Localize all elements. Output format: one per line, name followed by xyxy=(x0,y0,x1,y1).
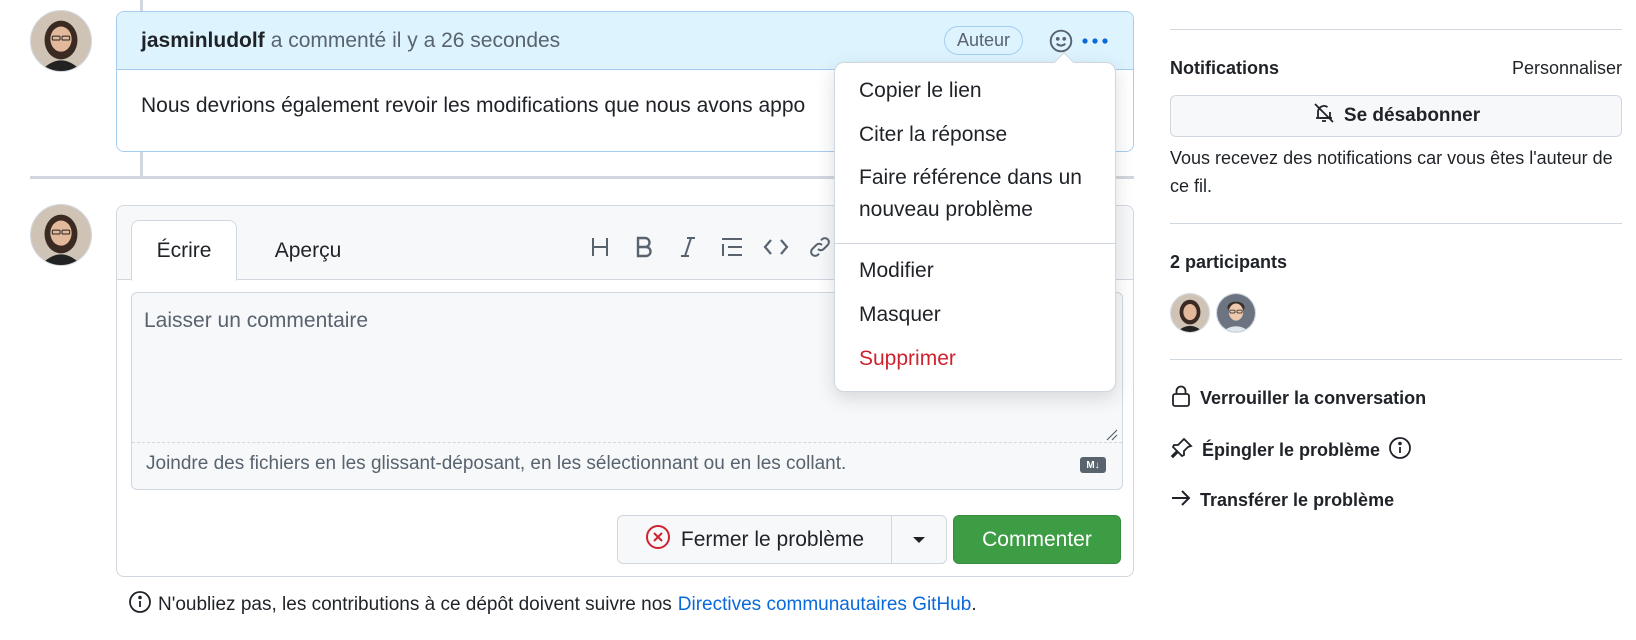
menu-item-edit[interactable]: Modifier xyxy=(859,255,934,287)
menu-separator xyxy=(835,243,1115,244)
menu-item-reference-line-1: Faire référence dans un xyxy=(859,166,1082,189)
sidebar-divider xyxy=(1170,29,1622,30)
link-icon[interactable] xyxy=(805,232,835,262)
pin-issue-label: Épingler le problème xyxy=(1202,440,1381,460)
comment-submit-button[interactable]: Commenter xyxy=(953,515,1121,564)
unsubscribe-label: Se désabonner xyxy=(1343,105,1481,126)
tab-preview[interactable]: Aperçu xyxy=(253,220,363,281)
notifications-heading: Notifications xyxy=(1170,58,1280,78)
participant-avatar[interactable] xyxy=(1170,293,1210,333)
close-options-dropdown[interactable] xyxy=(892,516,946,563)
notification-reason: Vous recevez des notifications car vous … xyxy=(1170,148,1613,196)
smiley-icon[interactable] xyxy=(1047,27,1075,55)
kebab-menu-icon[interactable] xyxy=(1081,27,1109,55)
author-badge: Auteur xyxy=(943,26,1023,55)
avatar-image xyxy=(1171,294,1209,332)
menu-item-reference-new-issue[interactable]: Faire référence dans un nouveau problème xyxy=(859,162,1082,226)
guidelines-link[interactable]: Directives communautaires GitHub xyxy=(678,594,972,616)
arrow-right-icon xyxy=(1170,488,1192,513)
guidelines-text: N'oubliez pas, les contributions à ce dé… xyxy=(158,594,672,615)
sidebar-divider xyxy=(1170,359,1622,360)
timeline-line xyxy=(140,150,143,178)
transfer-issue-label: Transférer le problème xyxy=(1200,490,1395,510)
comment-actions-menu: Copier le lien Citer la réponse Faire ré… xyxy=(834,52,1116,392)
chevron-down-icon xyxy=(912,531,926,549)
bell-slash-icon xyxy=(1312,101,1336,131)
close-issue-label: Fermer le problème xyxy=(680,527,865,551)
avatar-image xyxy=(31,205,91,265)
menu-item-reference-line-2: nouveau problème xyxy=(859,198,1033,221)
close-circle-icon xyxy=(645,524,671,556)
resize-handle-icon[interactable] xyxy=(1104,427,1118,441)
comment-author-link[interactable]: jasminludolf xyxy=(141,29,265,53)
info-icon xyxy=(128,590,152,620)
sidebar-divider xyxy=(1170,223,1622,224)
heading-icon[interactable] xyxy=(585,232,615,262)
attach-files-hint[interactable]: Joindre des fichiers en les glissant-dép… xyxy=(146,453,846,475)
pin-issue-button[interactable]: Épingler le problème xyxy=(1170,436,1412,465)
menu-item-delete[interactable]: Supprimer xyxy=(859,343,956,375)
current-user-avatar[interactable] xyxy=(30,204,92,266)
tab-write[interactable]: Écrire xyxy=(131,220,237,281)
code-icon[interactable] xyxy=(761,232,791,262)
lock-icon xyxy=(1170,384,1192,413)
customize-notifications-link[interactable]: Personnaliser xyxy=(1512,58,1622,79)
bold-icon[interactable] xyxy=(629,232,659,262)
pin-icon xyxy=(1170,436,1194,465)
markdown-icon[interactable]: M↓ xyxy=(1080,457,1106,473)
author-avatar[interactable] xyxy=(30,10,92,72)
close-issue-button[interactable]: Fermer le problème xyxy=(618,516,892,563)
close-issue-button-group: Fermer le problème xyxy=(617,515,947,564)
markdown-toolbar xyxy=(585,232,835,262)
menu-item-copy-link[interactable]: Copier le lien xyxy=(859,75,982,107)
transfer-issue-button[interactable]: Transférer le problème xyxy=(1170,488,1394,513)
menu-item-hide[interactable]: Masquer xyxy=(859,299,941,331)
avatar-image xyxy=(31,11,91,71)
lock-conversation-label: Verrouiller la conversation xyxy=(1200,388,1427,408)
comment-timestamp[interactable]: a commenté il y a 26 secondes xyxy=(271,29,561,53)
lock-conversation-button[interactable]: Verrouiller la conversation xyxy=(1170,384,1426,413)
italic-icon[interactable] xyxy=(673,232,703,262)
guidelines-suffix: . xyxy=(971,594,977,615)
participant-avatar[interactable] xyxy=(1216,293,1256,333)
community-guidelines-note: N'oubliez pas, les contributions à ce dé… xyxy=(128,590,977,620)
info-icon[interactable] xyxy=(1388,436,1412,465)
avatar-image xyxy=(1217,294,1255,332)
participants-heading: 2 participants xyxy=(1170,252,1288,272)
unsubscribe-button[interactable]: Se désabonner xyxy=(1170,95,1622,137)
menu-item-quote-reply[interactable]: Citer la réponse xyxy=(859,119,1007,151)
list-icon[interactable] xyxy=(717,232,747,262)
